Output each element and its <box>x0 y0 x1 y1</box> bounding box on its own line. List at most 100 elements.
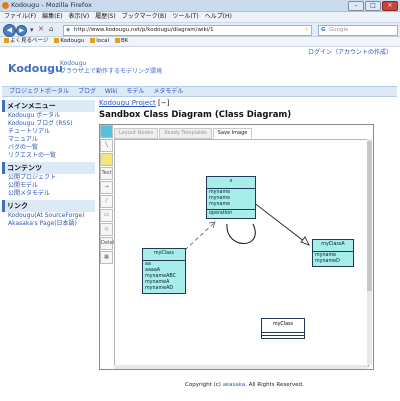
class-name: myClass <box>153 251 175 256</box>
class-operations <box>262 335 304 338</box>
dependency-line[interactable] <box>184 221 216 251</box>
select-tool[interactable] <box>100 125 113 138</box>
nav-wiki[interactable]: Wiki <box>105 87 118 96</box>
bookmark-icon <box>4 38 9 43</box>
sidebar-item-blog[interactable]: Kodougu ブログ (RSS) <box>2 120 95 128</box>
login-link[interactable]: ログイン（アカウントの作成） <box>308 47 392 56</box>
maximize-button[interactable]: □ <box>365 1 381 11</box>
tab-save-image[interactable]: Save Image <box>212 128 253 139</box>
search-placeholder: Google <box>329 27 349 33</box>
bookmark-item[interactable]: Kodougu <box>54 37 84 46</box>
site-logo[interactable]: Kodougu <box>8 62 63 75</box>
uml-class-myclassa[interactable]: myClassA myname mynameD <box>312 239 354 267</box>
attribute: myname <box>209 202 231 207</box>
class-name: myClass <box>272 322 294 327</box>
menu-view[interactable]: 表示(V) <box>68 12 89 22</box>
close-button[interactable]: ✕ <box>382 1 398 11</box>
horizontal-scrollbar[interactable] <box>114 365 367 369</box>
url-text: http://www.kodougu.net/p/kodougu/diagram… <box>74 27 214 33</box>
sidebar: メインメニュー Kodougu ポータル Kodougu ブログ (RSS) チ… <box>2 98 95 228</box>
dropdown-icon[interactable]: ▾ <box>30 26 34 34</box>
uml-class-myclass[interactable]: myClass aa aaaaA mynameABC mynameA mynam… <box>142 248 186 294</box>
nav-metamodel[interactable]: メタモデル <box>153 87 183 96</box>
class-name: myClassA <box>321 242 345 247</box>
attribute: mynameD <box>315 259 340 264</box>
sidebar-item-portal[interactable]: Kodougu ポータル <box>2 112 95 120</box>
rights-text: . All Rights Reserved. <box>245 382 304 388</box>
collapse-toggle[interactable]: [−] <box>158 99 169 107</box>
minimize-button[interactable]: – <box>348 1 364 11</box>
scroll-thumb[interactable] <box>367 141 372 291</box>
menu-edit[interactable]: 編集(E) <box>42 12 62 22</box>
nav-project-portal[interactable]: プロジェクトポータル <box>9 87 69 96</box>
bookmark-item[interactable]: local <box>90 37 109 46</box>
breadcrumb: Kodougu Project [−] <box>99 99 169 107</box>
forward-arrow-icon[interactable]: ▶ <box>16 25 27 36</box>
connector-tool[interactable]: ⟋ <box>100 195 113 208</box>
sidebar-item-akasaka-page[interactable]: Akasaka's Page(日本語) <box>2 220 95 228</box>
sidebar-item-tutorial[interactable]: チュートリアル <box>2 128 95 136</box>
window-title: Kodougu - Mozilla Firefox <box>11 1 92 9</box>
menu-bookmarks[interactable]: ブックマーク(B) <box>122 12 167 22</box>
menu-help[interactable]: ヘルプ(H) <box>205 12 232 22</box>
self-association-line[interactable] <box>226 223 256 244</box>
sidebar-item-sourceforge[interactable]: Kodougu(At SourceForge) <box>2 212 95 220</box>
star-icon[interactable]: ☆ <box>304 27 309 33</box>
menu-history[interactable]: 履歴(S) <box>95 12 116 22</box>
arrow-tool[interactable]: → <box>100 181 113 194</box>
sidebar-item-public-models[interactable]: 公開モデル <box>2 182 95 190</box>
search-box[interactable]: G Google <box>318 25 398 36</box>
logo-subtitle-name: Kodougu <box>60 60 87 67</box>
tab-layout-nodes[interactable]: Layout Nodes <box>114 128 159 139</box>
grid-tool[interactable]: ▦ <box>100 251 113 264</box>
class-attributes: myname myname myname <box>207 188 255 209</box>
menu-file[interactable]: ファイル(F) <box>4 12 36 22</box>
diamond-tool[interactable]: ◇ <box>100 223 113 236</box>
sidebar-section-title: リンク <box>2 200 95 212</box>
logo-subtitle: Kodougu ブラウザ上で動作するモデリング環境 <box>60 60 162 76</box>
text-tool[interactable]: Text <box>100 167 113 180</box>
url-bar[interactable]: ◆ http://www.kodougu.net/p/kodougu/diagr… <box>63 25 312 36</box>
menu-tools[interactable]: ツール(T) <box>172 12 198 22</box>
firefox-icon <box>2 2 9 9</box>
navigation-toolbar: ◀ ▶ ▾ ✕ ⌂ ◆ http://www.kodougu.net/p/kod… <box>0 23 400 37</box>
sidebar-item-public-projects[interactable]: 公開プロジェクト <box>2 174 95 182</box>
window-titlebar: Kodougu - Mozilla Firefox – □ ✕ <box>0 0 400 12</box>
note-tool[interactable] <box>100 153 113 166</box>
stop-icon[interactable]: ✕ <box>38 25 44 33</box>
bookmark-icon <box>54 38 60 43</box>
top-navigation: プロジェクトポータル ブログ Wiki モデル メタモデル <box>2 86 397 97</box>
bookmark-item[interactable]: よく見るページ <box>4 37 48 46</box>
class-attributes: myname mynameD <box>313 251 353 266</box>
project-link[interactable]: Kodougu Project <box>99 99 156 107</box>
diagram-canvas[interactable]: x myname myname myname operation myClass… <box>114 139 369 367</box>
vertical-scrollbar[interactable] <box>367 139 372 365</box>
class-attributes: aa aaaaA mynameABC mynameA mynameAD <box>143 260 185 293</box>
rectangle-tool[interactable]: ▭ <box>100 209 113 222</box>
uml-class-myclass-2[interactable]: myClass <box>261 318 305 339</box>
copyright-text: Copyright (c) <box>185 382 221 388</box>
sidebar-item-requests[interactable]: リクエストの一覧 <box>2 152 95 160</box>
sidebar-section-title: メインメニュー <box>2 100 95 112</box>
bookmark-item[interactable]: BK <box>115 37 128 46</box>
sidebar-item-manual[interactable]: マニュアル <box>2 136 95 144</box>
generalization-arrowhead <box>300 236 310 246</box>
back-arrow-icon[interactable]: ◀ <box>3 24 16 37</box>
palette-toolbar: ╲ Text → ⟋ ▭ ◇ Delete ▦ <box>100 125 117 265</box>
author-link[interactable]: akasaka <box>223 382 246 388</box>
folder-icon <box>115 38 121 43</box>
sidebar-item-public-metamodels[interactable]: 公開メタモデル <box>2 190 95 198</box>
generalization-line[interactable] <box>252 201 306 243</box>
delete-tool[interactable]: Delete <box>100 237 117 250</box>
line-tool[interactable]: ╲ <box>100 139 113 152</box>
nav-blog[interactable]: ブログ <box>78 87 96 96</box>
page-title: Sandbox Class Diagram (Class Diagram) <box>99 110 292 120</box>
nav-model[interactable]: モデル <box>126 87 144 96</box>
sidebar-item-bugs[interactable]: バグの一覧 <box>2 144 95 152</box>
folder-icon <box>90 38 96 43</box>
uml-class-x[interactable]: x myname myname myname operation <box>206 176 256 219</box>
tab-ready-templates[interactable]: Ready Templates <box>159 128 212 139</box>
home-icon[interactable]: ⌂ <box>49 25 53 33</box>
class-operations: operation <box>207 209 255 218</box>
attribute: mynameAD <box>145 286 174 291</box>
